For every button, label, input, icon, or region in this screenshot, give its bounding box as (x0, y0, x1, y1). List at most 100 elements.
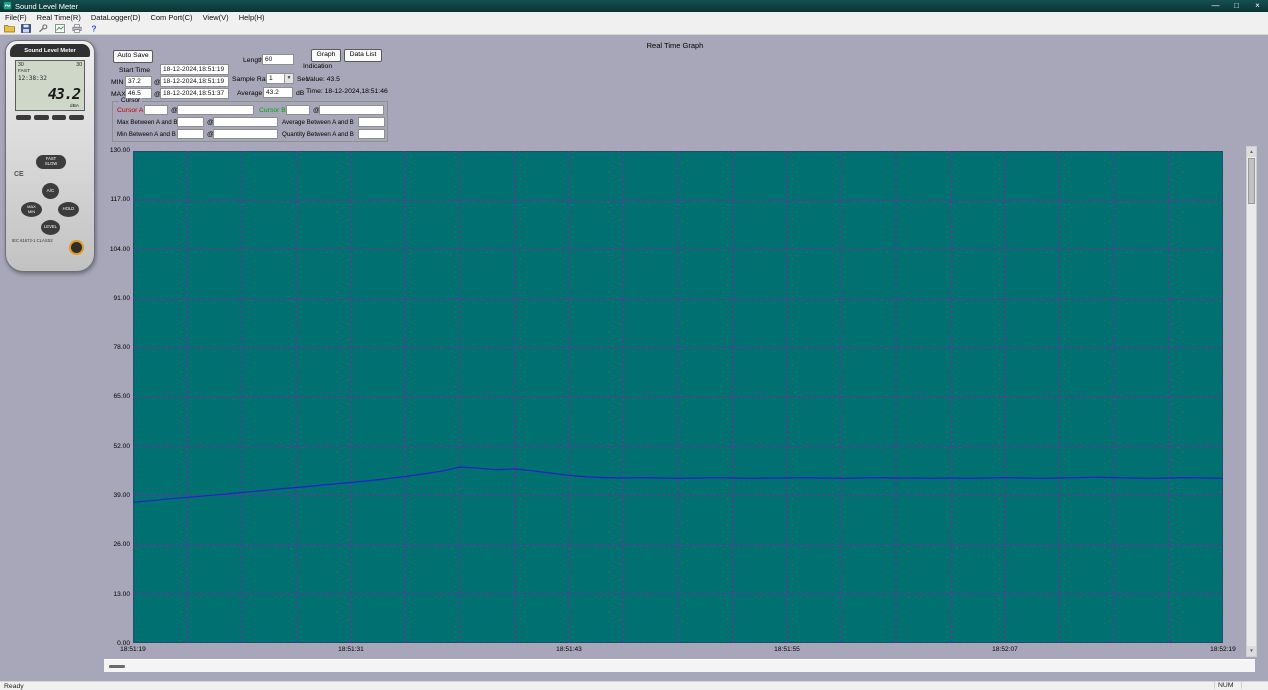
window-controls: — □ × (1205, 0, 1268, 12)
x-tick-label: 18:51:55 (774, 646, 800, 653)
cursor-a-value-field[interactable] (144, 105, 168, 115)
chart-icon[interactable] (53, 23, 67, 34)
menu-com-port[interactable]: Com Port(C) (145, 12, 197, 23)
open-folder-icon[interactable] (2, 23, 16, 34)
average-label: Average (237, 90, 262, 98)
average-unit-label: dB (296, 90, 304, 98)
indication-value: Value: 43.5 (306, 76, 340, 84)
scroll-up-icon[interactable]: ▲ (1247, 147, 1256, 157)
menu-help[interactable]: Help(H) (234, 12, 270, 23)
quantity-between-field[interactable] (358, 129, 385, 139)
quantity-between-label: Quantity Between A and B (282, 131, 354, 138)
sample-rate-select[interactable]: 1 ▾ (266, 73, 294, 84)
ce-mark: CE (14, 171, 24, 178)
close-button[interactable]: × (1247, 0, 1268, 12)
lcd-range-high: 30 (76, 62, 82, 68)
lcd-unit: dBA (70, 104, 79, 109)
min-label: MIN (111, 79, 123, 87)
cursor-b-time-field[interactable] (319, 105, 384, 115)
statusbar: Ready NUM (0, 681, 1268, 690)
max-min-button: MAX MIN (21, 202, 42, 217)
toolbar: ? (0, 23, 1268, 35)
vertical-scrollbar[interactable]: ▲ ▼ (1246, 146, 1257, 657)
lcd-mode: FAST (18, 69, 82, 74)
device-key (69, 115, 84, 120)
sound-level-meter-device: Sound Level Meter 30 30 FAST 12:38:32 43… (5, 40, 95, 272)
device-key (52, 115, 67, 120)
indication-time-label: Time: (306, 88, 323, 95)
device-brand-label: Sound Level Meter (10, 44, 90, 57)
auto-save-button[interactable]: Auto Save (113, 50, 153, 63)
horizontal-scrollbar[interactable] (104, 659, 1255, 672)
horizontal-scroll-thumb[interactable] (109, 665, 125, 668)
maximize-button[interactable]: □ (1226, 0, 1247, 12)
device-key (16, 115, 31, 120)
lcd-range-low: 30 (18, 62, 24, 68)
x-tick-label: 18:51:43 (556, 646, 582, 653)
chart-plot[interactable] (133, 151, 1223, 643)
svg-text:?: ? (91, 24, 96, 33)
sample-rate-value: 1 (267, 74, 284, 83)
max-time-field[interactable] (160, 88, 229, 99)
average-field[interactable] (263, 87, 293, 98)
graph-button[interactable]: Graph (311, 49, 341, 62)
x-tick-label: 18:52:07 (992, 646, 1018, 653)
start-time-label: Start Time (119, 67, 150, 75)
num-lock-indicator: NUM (1214, 682, 1242, 689)
lcd-value: 43.2 (48, 85, 80, 103)
scroll-down-icon[interactable]: ▼ (1247, 646, 1256, 656)
minimize-button[interactable]: — (1205, 0, 1226, 12)
average-between-field[interactable] (358, 117, 385, 127)
lcd-clock: 12:38:32 (18, 75, 82, 82)
max-between-field[interactable] (177, 117, 204, 127)
ac-button: A/C (42, 183, 59, 199)
help-icon[interactable]: ? (87, 23, 101, 34)
cursor-group: Cursor Cursor A @ Cursor B @ Max Between… (112, 101, 388, 142)
y-tick-label: 39.00 (102, 492, 130, 499)
start-time-field[interactable] (160, 64, 229, 75)
length-field[interactable] (262, 54, 294, 65)
vertical-scroll-thumb[interactable] (1248, 158, 1255, 204)
min-value-field[interactable] (125, 76, 152, 87)
device-class-label: IEC 61672-1 CLASS2 (12, 238, 53, 243)
data-list-button[interactable]: Data List (344, 49, 382, 62)
device-key (34, 115, 49, 120)
y-tick-label: 13.00 (102, 591, 130, 598)
save-icon[interactable] (19, 23, 33, 34)
y-tick-label: 78.00 (102, 344, 130, 351)
cursor-b-label: Cursor B (259, 107, 286, 115)
chart-svg (133, 151, 1223, 643)
fast-slow-button: FAST SLOW (36, 155, 66, 169)
indication-time: Time: 18-12-2024,18:51:46 (306, 88, 388, 96)
lcd-range-row: 30 30 (18, 62, 82, 68)
cursor-a-time-field[interactable] (177, 105, 254, 115)
titlebar: Sound Level Meter — □ × (0, 0, 1268, 12)
menu-file[interactable]: File(F) (0, 12, 32, 23)
indication-value-label: Value: (306, 76, 325, 83)
status-text: Ready (4, 683, 24, 690)
app-window: Sound Level Meter — □ × File(F) Real Tim… (0, 0, 1268, 690)
min-between-time-field[interactable] (213, 129, 278, 139)
level-button: LEVEL (41, 220, 60, 235)
cursor-b-value-field[interactable] (286, 105, 310, 115)
menu-real-time[interactable]: Real Time(R) (32, 12, 86, 23)
wrench-icon[interactable] (36, 23, 50, 34)
power-button (69, 240, 84, 255)
cursor-a-label: Cursor A (117, 107, 143, 115)
y-tick-label: 65.00 (102, 393, 130, 400)
print-icon[interactable] (70, 23, 84, 34)
dropdown-arrow-icon[interactable]: ▾ (284, 74, 293, 83)
x-tick-label: 18:51:31 (338, 646, 364, 653)
y-tick-label: 91.00 (102, 295, 130, 302)
menu-view[interactable]: View(V) (198, 12, 234, 23)
max-between-time-field[interactable] (213, 117, 278, 127)
x-axis: 18:51:1918:51:3118:51:4318:51:5518:52:07… (133, 646, 1223, 655)
menubar: File(F) Real Time(R) DataLogger(D) Com P… (0, 12, 1268, 23)
min-time-field[interactable] (160, 76, 229, 87)
indication-time-value: 18-12-2024,18:51:46 (325, 88, 388, 95)
indication-title: Indication (303, 63, 332, 71)
y-tick-label: 130.00 (102, 147, 130, 154)
y-tick-label: 117.00 (102, 196, 130, 203)
min-between-field[interactable] (177, 129, 204, 139)
menu-datalogger[interactable]: DataLogger(D) (86, 12, 146, 23)
